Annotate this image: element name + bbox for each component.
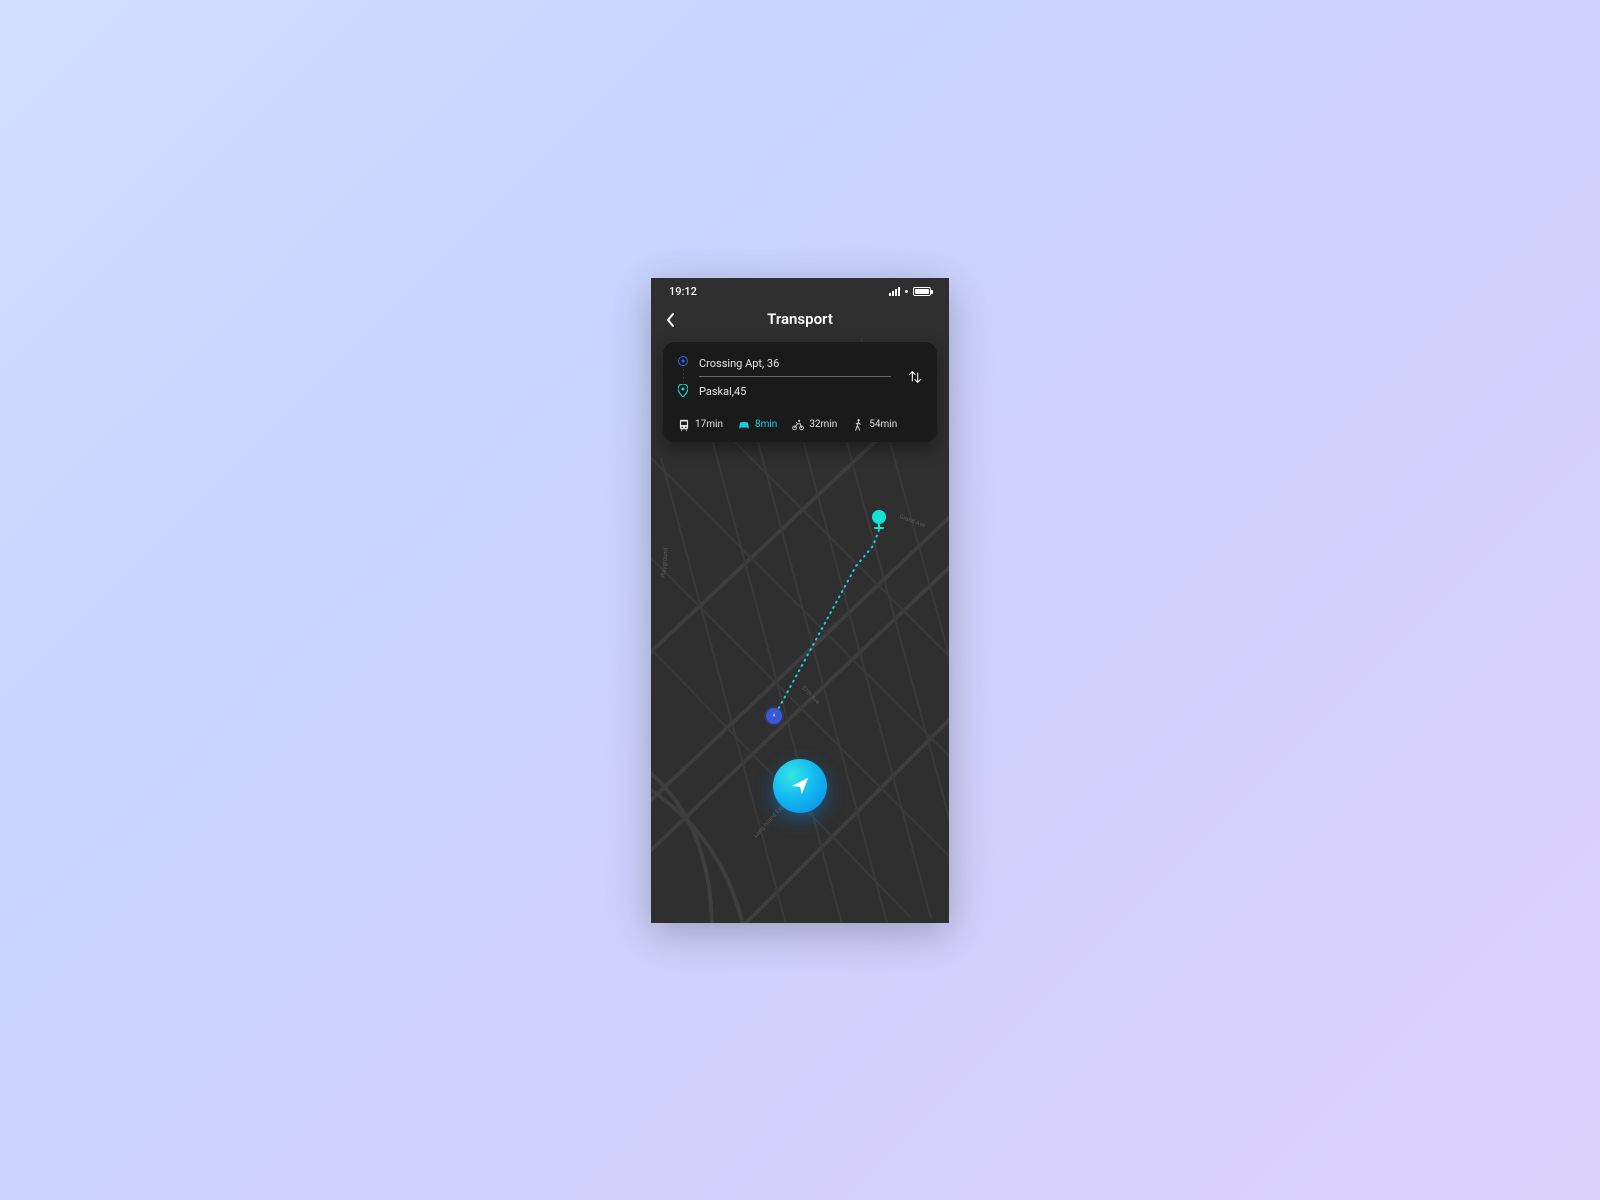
- page-title: Transport: [767, 310, 833, 328]
- mode-bike[interactable]: 32min: [791, 418, 837, 432]
- mode-transit-duration: 17min: [695, 419, 723, 430]
- battery-icon: [913, 287, 931, 296]
- phone-frame: Playground Grand Ave 57th Ave Long Islan…: [651, 278, 949, 923]
- current-location-marker: [766, 708, 782, 724]
- mode-transit[interactable]: 17min: [677, 418, 723, 432]
- mode-walk-duration: 54min: [869, 419, 897, 430]
- status-bar: 19:12: [651, 278, 949, 306]
- svg-text:Playground: Playground: [660, 547, 670, 578]
- svg-text:Grand Ave: Grand Ave: [898, 513, 926, 529]
- signal-icon: [889, 287, 900, 296]
- route-card: Crossing Apt, 36 Paskal,45 17min 8min: [663, 342, 937, 442]
- mode-walk[interactable]: 54min: [851, 418, 897, 432]
- origin-field[interactable]: Crossing Apt, 36: [699, 354, 891, 377]
- svg-text:57th Ave: 57th Ave: [800, 684, 821, 705]
- swap-button[interactable]: [901, 369, 923, 389]
- mode-bike-duration: 32min: [809, 419, 837, 430]
- network-dot-icon: [905, 290, 908, 293]
- route-endpoint-icons: [677, 354, 689, 397]
- origin-dot-icon: [678, 356, 688, 366]
- destination-field[interactable]: Paskal,45: [699, 377, 891, 404]
- mode-car[interactable]: 8min: [737, 418, 777, 432]
- mode-car-duration: 8min: [755, 419, 777, 430]
- header: Transport: [651, 310, 949, 328]
- status-time: 19:12: [669, 285, 697, 298]
- transport-modes: 17min 8min 32min 54min: [677, 418, 923, 432]
- destination-pin-small-icon: [678, 384, 688, 397]
- back-button[interactable]: [665, 312, 677, 332]
- start-navigation-button[interactable]: [773, 759, 827, 813]
